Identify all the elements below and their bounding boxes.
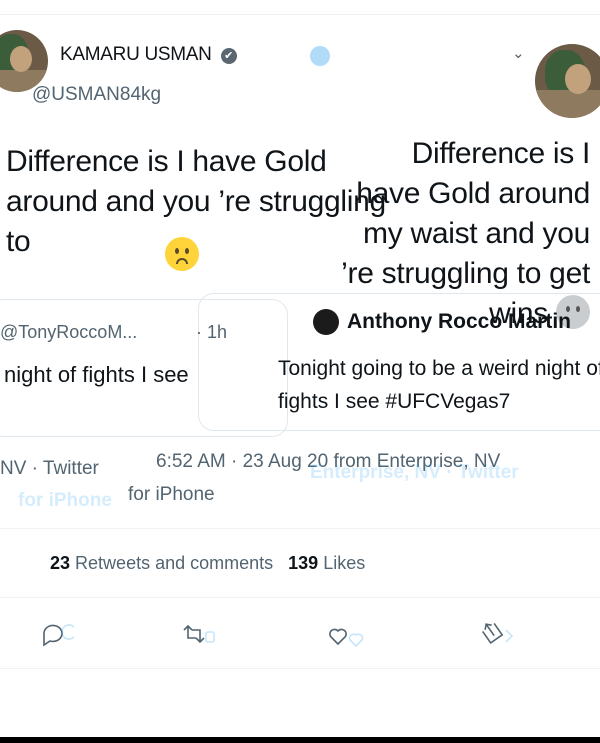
author-display-name: KAMARU USMAN	[60, 44, 212, 65]
like-count[interactable]: 139	[288, 553, 318, 573]
share-icon[interactable]	[476, 618, 516, 652]
author-avatar[interactable]	[0, 30, 48, 92]
tweet-meta-left-source: for iPhone	[128, 484, 215, 505]
retweet-label[interactable]: Retweets and comments	[75, 553, 273, 573]
tweet-meta-ghost: Enterprise, NV · Twitter	[310, 462, 519, 483]
divider	[0, 597, 600, 598]
author-name[interactable]: KAMARU USMAN ✔	[60, 44, 237, 66]
author-handle[interactable]: @USMAN84kg	[32, 84, 161, 106]
tweet-text-left-body: Difference is I have Gold around and you…	[6, 145, 386, 258]
tweet-meta-ghost-source: for iPhone	[18, 490, 112, 511]
quoted-author-handle[interactable]: @TonyRoccoM...	[0, 322, 137, 343]
quoted-author-avatar[interactable]	[313, 309, 339, 335]
sad-face-emoji-icon	[165, 237, 199, 271]
retweet-icon[interactable]	[178, 618, 218, 652]
quoted-text-right: Tonight going to be a weird night of fig…	[278, 357, 600, 413]
reply-icon[interactable]	[34, 618, 74, 652]
author-avatar-duplicate[interactable]	[535, 44, 600, 118]
divider	[0, 528, 600, 529]
top-divider	[0, 14, 600, 15]
divider	[0, 668, 600, 669]
bottom-bar	[0, 737, 600, 743]
like-label[interactable]: Likes	[323, 553, 365, 573]
retweet-count[interactable]: 23	[50, 553, 70, 573]
quoted-text-left: night of fights I see	[4, 362, 189, 387]
tweet-stats: 23 Retweets and comments 139 Likes	[50, 553, 365, 574]
verified-badge-icon: ✔	[220, 48, 237, 64]
tweet-meta-left: NV · Twitter	[0, 458, 99, 479]
tweet-text-left: Difference is I have Gold around and you…	[6, 142, 396, 262]
verified-badge-ghost-icon	[310, 46, 330, 66]
chevron-down-icon[interactable]: ⌄	[512, 44, 525, 62]
heart-icon[interactable]	[326, 618, 366, 652]
quoted-timestamp: · 1h	[196, 322, 228, 342]
quoted-author-name[interactable]: Anthony Rocco Martin	[347, 310, 571, 334]
